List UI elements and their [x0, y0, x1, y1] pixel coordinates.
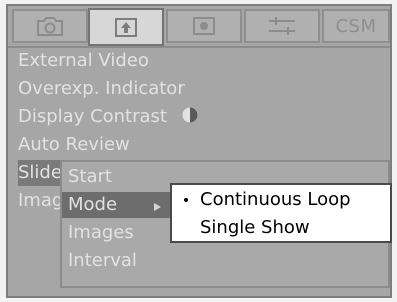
- submenu-item-label: Images: [68, 222, 134, 243]
- submenu-item-images[interactable]: Images: [62, 220, 134, 246]
- tab-playback[interactable]: [88, 8, 164, 46]
- contrast-icon: [182, 107, 198, 123]
- popup-option-label: Continuous Loop: [200, 189, 351, 210]
- menu-item-label: Slideshow: [18, 162, 60, 183]
- menu-window: CSM External Video Overexp. Indicator Di…: [6, 4, 392, 298]
- menu-item-auto-review[interactable]: Auto Review: [18, 132, 130, 158]
- popup-option-label: Single Show: [200, 217, 310, 238]
- tab-csm[interactable]: CSM: [322, 9, 390, 43]
- tab-csm-label: CSM: [335, 15, 377, 37]
- submenu-item-label: Interval: [68, 250, 137, 271]
- camera-icon: [37, 17, 63, 36]
- submenu-item-interval[interactable]: Interval: [62, 248, 137, 274]
- submenu-item-label: Mode: [68, 194, 118, 215]
- mode-popup: • Continuous Loop Single Show: [170, 183, 392, 243]
- tab-camera[interactable]: [12, 9, 88, 43]
- menu-item-external-video[interactable]: External Video: [18, 48, 149, 74]
- tab-tools[interactable]: [244, 9, 320, 43]
- tab-bar: CSM: [8, 6, 390, 48]
- playback-icon: [115, 18, 137, 37]
- menu-item-display-contrast[interactable]: Display Contrast: [18, 104, 199, 130]
- menu-item-overexp-indicator[interactable]: Overexp. Indicator: [18, 76, 185, 102]
- submenu-item-label: Start: [68, 166, 112, 187]
- tools-icon: [269, 17, 295, 35]
- menu-item-label: Auto Review: [18, 134, 130, 155]
- menu-item-label: Display Contrast: [18, 106, 167, 127]
- menu-item-label: Image: [18, 190, 60, 211]
- submenu-item-start[interactable]: Start: [62, 164, 112, 190]
- menu-item-slideshow[interactable]: Slideshow: [18, 160, 60, 186]
- submenu-item-mode[interactable]: Mode: [62, 192, 178, 218]
- selected-bullet-icon: •: [181, 193, 191, 209]
- menu-item-label: Overexp. Indicator: [18, 78, 185, 99]
- menu-item-label: External Video: [18, 50, 149, 71]
- submenu-arrow-icon: [154, 203, 161, 211]
- popup-option-single-show[interactable]: Single Show: [172, 214, 390, 241]
- menu-item-image[interactable]: Image: [18, 188, 60, 214]
- popup-option-continuous-loop[interactable]: • Continuous Loop: [172, 186, 390, 213]
- setup-icon: [193, 17, 215, 35]
- tab-setup[interactable]: [166, 9, 242, 43]
